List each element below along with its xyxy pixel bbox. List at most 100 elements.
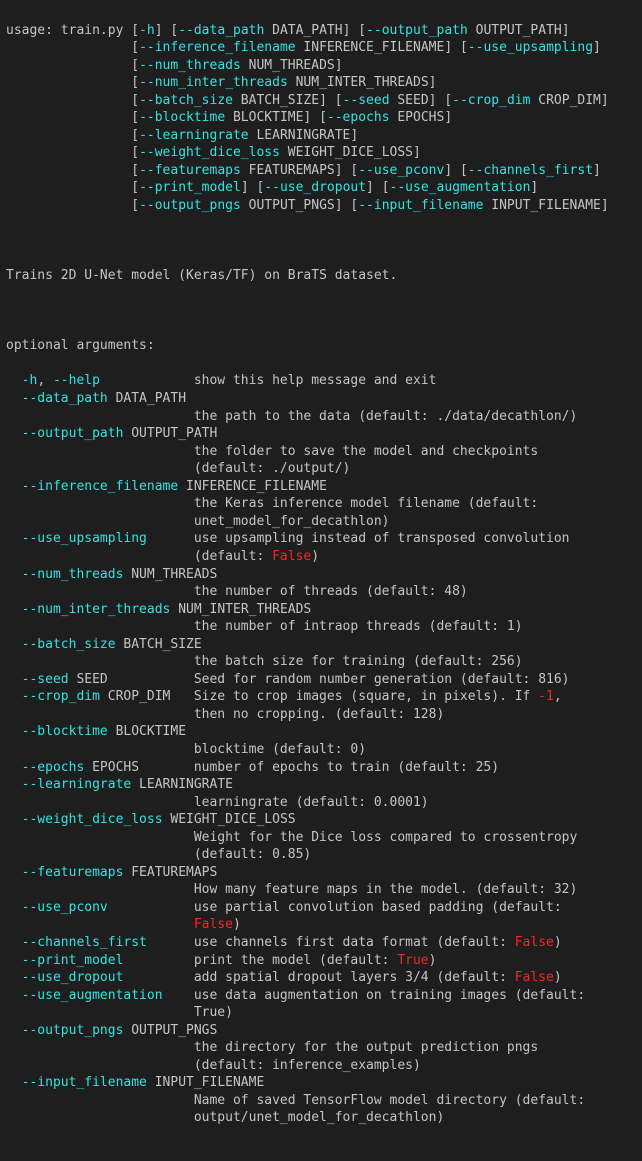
arg-description: learningrate (default: 0.0001)	[194, 794, 585, 812]
arg-flag-column: --use_upsampling	[6, 530, 194, 548]
cli-flag: --seed	[343, 93, 390, 108]
arg-desc-row: How many feature maps in the model. (def…	[6, 881, 636, 899]
arg-flag-column: --output_pngs OUTPUT_PNGS	[6, 1022, 194, 1040]
usage-line: [--num_threads NUM_THREADS]	[6, 57, 636, 75]
cli-text: ] [	[241, 180, 264, 195]
arg-row: --output_pngs OUTPUT_PNGS	[6, 1022, 636, 1040]
usage-indent	[6, 109, 131, 127]
cli-flag: --seed	[22, 672, 69, 687]
arg-row: --featuremaps FEATUREMAPS	[6, 864, 636, 882]
cli-text: the batch size for training (default: 25…	[194, 654, 523, 669]
arg-description: print the model (default: True)	[194, 952, 585, 970]
cli-flag: --batch_size	[22, 637, 116, 652]
cli-literal: True	[397, 953, 428, 968]
arg-flag-column: --seed SEED	[6, 671, 194, 689]
cli-flag: --help	[53, 373, 100, 388]
usage-prefix: usage: train.py	[6, 22, 131, 40]
usage-indent	[6, 162, 131, 180]
arg-description: How many feature maps in the model. (def…	[194, 881, 585, 899]
cli-text: show this help message and exit	[194, 373, 437, 388]
cli-text: use upsampling instead of transposed con…	[194, 531, 578, 564]
arg-flag-column: --weight_dice_loss WEIGHT_DICE_LOSS	[6, 811, 194, 829]
usage-indent	[6, 197, 131, 215]
arg-description: show this help message and exit	[194, 372, 585, 390]
cli-flag: --output_path	[366, 23, 468, 38]
arg-desc-row: Name of saved TensorFlow model directory…	[6, 1092, 636, 1127]
arg-flag-column: --epochs EPOCHS	[6, 759, 194, 777]
arg-description: Seed for random number generation (defau…	[194, 671, 585, 689]
arg-description: number of epochs to train (default: 25)	[194, 759, 585, 777]
arg-row: --data_path DATA_PATH	[6, 390, 636, 408]
cli-text: CROP_DIM]	[530, 93, 608, 108]
cli-text: DATA_PATH] [	[264, 23, 366, 38]
arg-row: --crop_dim CROP_DIMSize to crop images (…	[6, 688, 636, 723]
cli-text: )	[554, 970, 562, 985]
usage-line: [--inference_filename INFERENCE_FILENAME…	[6, 39, 636, 57]
arg-flag-column: --inference_filename INFERENCE_FILENAME	[6, 478, 194, 496]
cli-text: [	[131, 128, 139, 143]
cli-flag: --inference_filename	[139, 40, 296, 55]
usage-line: [--print_model] [--use_dropout] [--use_a…	[6, 179, 636, 197]
cli-text: NUM_THREADS]	[241, 58, 343, 73]
usage-line: usage: train.py [-h] [--data_path DATA_P…	[6, 22, 636, 40]
usage-indent	[6, 39, 131, 57]
cli-text: [	[131, 110, 139, 125]
cli-flag: --featuremaps	[22, 865, 124, 880]
arg-flag-column: --print_model	[6, 952, 194, 970]
cli-text: )	[311, 549, 319, 564]
cli-flag: -h	[22, 373, 38, 388]
arg-row: --print_modelprint the model (default: T…	[6, 952, 636, 970]
cli-text: NUM_INTER_THREADS]	[288, 75, 437, 90]
arg-desc-row: the number of threads (default: 48)	[6, 583, 636, 601]
arg-flag-column: --channels_first	[6, 934, 194, 952]
arg-flag-column: --num_inter_threads NUM_INTER_THREADS	[6, 601, 194, 619]
cli-flag: --use_augmentation	[390, 180, 531, 195]
arg-row: --output_path OUTPUT_PATH	[6, 425, 636, 443]
arg-flag-column: --use_dropout	[6, 969, 194, 987]
cli-flag: --output_path	[22, 426, 124, 441]
usage-indent	[6, 127, 131, 145]
arg-description: the directory for the output prediction …	[194, 1039, 585, 1074]
arg-description: add spatial dropout layers 3/4 (default:…	[194, 969, 585, 987]
arg-row: --channels_firstuse channels first data …	[6, 934, 636, 952]
usage-line: [--output_pngs OUTPUT_PNGS] [--input_fil…	[6, 197, 636, 215]
cli-text: the number of threads (default: 48)	[194, 584, 468, 599]
cli-flag: --learningrate	[22, 777, 132, 792]
cli-text: ]	[593, 40, 601, 55]
arg-flag-column: --learningrate LEARNINGRATE	[6, 776, 194, 794]
cli-text: )	[554, 935, 562, 950]
arg-description: the number of intraop threads (default: …	[194, 618, 585, 636]
cli-flag: --data_path	[22, 391, 108, 406]
arg-flag-column: --featuremaps FEATUREMAPS	[6, 864, 194, 882]
arg-row: --use_augmentationuse data augmentation …	[6, 987, 636, 1022]
cli-text: INFERENCE_FILENAME] [	[296, 40, 468, 55]
usage-line: [--featuremaps FEATUREMAPS] [--use_pconv…	[6, 162, 636, 180]
cli-text: Name of saved TensorFlow model directory…	[194, 1093, 593, 1126]
cli-text: [	[131, 58, 139, 73]
cli-flag: --use_dropout	[264, 180, 366, 195]
arg-flag-column: --input_filename INPUT_FILENAME	[6, 1074, 194, 1092]
cli-text: [	[131, 75, 139, 90]
arg-description: Name of saved TensorFlow model directory…	[194, 1092, 585, 1127]
arg-description: use partial convolution based padding (d…	[194, 899, 585, 934]
cli-text: use channels first data format (default:	[194, 935, 515, 950]
arg-desc-row: the folder to save the model and checkpo…	[6, 443, 636, 478]
arg-row: --inference_filename INFERENCE_FILENAME	[6, 478, 636, 496]
cli-text: WEIGHT_DICE_LOSS]	[280, 145, 421, 160]
cli-flag: --num_inter_threads	[139, 75, 288, 90]
cli-literal: -1	[538, 689, 554, 704]
arg-flag-column: -h, --help	[6, 372, 194, 390]
arg-description: the Keras inference model filename (defa…	[194, 495, 585, 530]
arg-row: --num_inter_threads NUM_INTER_THREADS	[6, 601, 636, 619]
cli-text: [	[131, 198, 139, 213]
cli-text: use partial convolution based padding (d…	[194, 900, 570, 915]
cli-literal: False	[272, 549, 311, 564]
cli-text: Size to crop images (square, in pixels).…	[194, 689, 538, 704]
usage-indent	[6, 74, 131, 92]
cli-flag: --crop_dim	[22, 689, 100, 704]
cli-text: [	[131, 180, 139, 195]
cli-flag: --crop_dim	[452, 93, 530, 108]
cli-text: [	[131, 40, 139, 55]
blank-line	[6, 232, 636, 250]
arg-desc-row: the path to the data (default: ./data/de…	[6, 408, 636, 426]
